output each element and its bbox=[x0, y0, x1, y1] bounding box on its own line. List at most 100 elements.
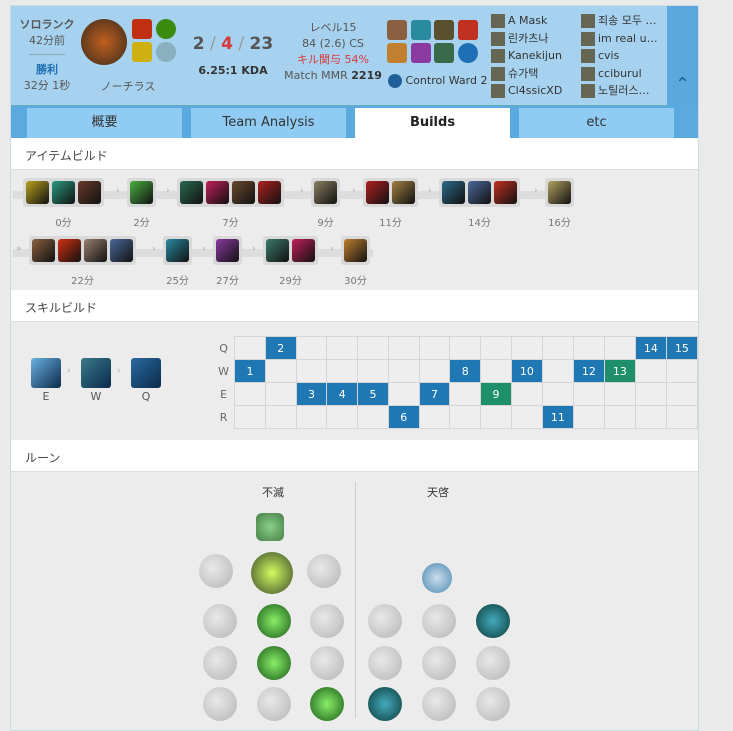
player-name[interactable]: 린카츠나 bbox=[508, 32, 548, 45]
item-icon[interactable] bbox=[410, 43, 431, 63]
skill-row-label: W bbox=[218, 364, 229, 378]
keystone-rune-icon[interactable] bbox=[199, 554, 233, 588]
rune-icon[interactable] bbox=[203, 646, 237, 680]
player-name[interactable]: im real u… bbox=[598, 32, 658, 45]
item-time: 2分 bbox=[133, 218, 150, 229]
rune-icon[interactable] bbox=[476, 646, 510, 680]
item-icon[interactable] bbox=[130, 181, 153, 204]
player-name[interactable]: 슈가택 bbox=[508, 67, 538, 80]
resolve-icon bbox=[155, 42, 176, 62]
item-icon[interactable] bbox=[434, 20, 454, 40]
tab-overview[interactable]: 概要 bbox=[27, 108, 182, 138]
tab-team-analysis[interactable]: Team Analysis bbox=[191, 108, 346, 138]
rune-icon[interactable] bbox=[476, 604, 510, 638]
result: 勝利 bbox=[36, 63, 58, 76]
skill-level-cell: 3 bbox=[295, 382, 328, 406]
secondary-tree-name: 天啓 bbox=[427, 486, 449, 499]
rune-icon[interactable] bbox=[422, 646, 456, 680]
keystone-rune-icon[interactable] bbox=[251, 552, 293, 594]
player-name[interactable]: 노틸러스… bbox=[598, 84, 649, 97]
item-icon[interactable] bbox=[434, 43, 454, 63]
item-icon[interactable] bbox=[52, 181, 75, 204]
rune-icon[interactable] bbox=[368, 604, 402, 638]
player[interactable]: 슈가택 bbox=[491, 65, 562, 83]
rune-icon[interactable] bbox=[310, 604, 344, 638]
rune-icon[interactable] bbox=[257, 646, 291, 680]
player[interactable]: Kanekijun bbox=[491, 47, 562, 65]
rune-icon[interactable] bbox=[203, 687, 237, 721]
empty-cell bbox=[418, 359, 451, 383]
player[interactable]: A Mask bbox=[491, 12, 562, 30]
item-time: 22分 bbox=[71, 276, 94, 287]
item-icon[interactable] bbox=[206, 181, 229, 204]
item-icon[interactable] bbox=[344, 239, 367, 262]
rune-icon[interactable] bbox=[203, 604, 237, 638]
item-icon[interactable] bbox=[26, 181, 49, 204]
item-group bbox=[127, 178, 156, 207]
rune-icon[interactable] bbox=[422, 604, 456, 638]
player[interactable]: 노틸러스… bbox=[581, 82, 658, 100]
item-icon[interactable] bbox=[442, 181, 465, 204]
secondary-tree-icon[interactable] bbox=[422, 563, 452, 593]
player[interactable]: 죄송 모두 … bbox=[581, 12, 658, 30]
player[interactable]: cvis bbox=[581, 47, 658, 65]
item-build-title: アイテムビルド bbox=[11, 138, 698, 170]
player-name[interactable]: 죄송 모두 … bbox=[598, 14, 656, 27]
rune-icon[interactable] bbox=[257, 604, 291, 638]
item-icon[interactable] bbox=[387, 43, 407, 63]
item-icon[interactable] bbox=[78, 181, 101, 204]
empty-cell bbox=[449, 382, 482, 406]
chevron-right-icon: › bbox=[152, 244, 156, 254]
rune-icon[interactable] bbox=[476, 687, 510, 721]
item-icon[interactable] bbox=[180, 181, 203, 204]
item-icon[interactable] bbox=[266, 239, 289, 262]
item-icon[interactable] bbox=[166, 239, 189, 262]
rune-icon[interactable] bbox=[422, 687, 456, 721]
item-icon[interactable] bbox=[457, 20, 478, 40]
player-name[interactable]: Kanekijun bbox=[508, 49, 562, 62]
level: レベル15 bbox=[309, 21, 357, 34]
item-icon[interactable] bbox=[84, 239, 107, 262]
rune-icon[interactable] bbox=[368, 646, 402, 680]
tab-etc[interactable]: etc bbox=[519, 108, 674, 138]
item-icon[interactable] bbox=[410, 20, 431, 40]
player[interactable]: im real u… bbox=[581, 30, 658, 48]
item-icon[interactable] bbox=[366, 181, 389, 204]
player-name[interactable]: Cl4ssicXD bbox=[508, 84, 562, 97]
player[interactable]: cciburul bbox=[581, 65, 658, 83]
rune-icon[interactable] bbox=[257, 687, 291, 721]
item-icon[interactable] bbox=[258, 181, 281, 204]
empty-cell bbox=[634, 382, 667, 406]
rune-icon[interactable] bbox=[368, 687, 402, 721]
item-icon[interactable] bbox=[392, 181, 415, 204]
skill-level-cell: 1 bbox=[234, 359, 266, 383]
item-icon[interactable] bbox=[314, 181, 337, 204]
item-icon[interactable] bbox=[548, 181, 571, 204]
keystone-tree-icon[interactable] bbox=[256, 513, 284, 541]
item-icon[interactable] bbox=[110, 239, 133, 262]
flash-icon bbox=[132, 42, 152, 62]
item-icon[interactable] bbox=[216, 239, 239, 262]
item-icon[interactable] bbox=[32, 239, 55, 262]
item-icon[interactable] bbox=[387, 20, 407, 40]
empty-cell bbox=[603, 405, 636, 429]
tab-builds[interactable]: Builds bbox=[355, 108, 510, 138]
item-icon[interactable] bbox=[58, 239, 81, 262]
item-icon[interactable] bbox=[468, 181, 491, 204]
rune-icon[interactable] bbox=[310, 687, 344, 721]
champion-icon[interactable] bbox=[81, 19, 127, 65]
player-name[interactable]: A Mask bbox=[508, 14, 547, 27]
team-blue: A Mask 린카츠나 Kanekijun 슈가택 Cl4ssicXD bbox=[491, 12, 562, 100]
rune-icon[interactable] bbox=[310, 646, 344, 680]
player[interactable]: 린카츠나 bbox=[491, 30, 562, 48]
trinket-icon[interactable] bbox=[457, 43, 478, 63]
item-time: 27分 bbox=[216, 276, 239, 287]
item-icon[interactable] bbox=[232, 181, 255, 204]
player-name[interactable]: cvis bbox=[598, 49, 619, 62]
item-icon[interactable] bbox=[292, 239, 315, 262]
player-name[interactable]: cciburul bbox=[598, 67, 642, 80]
player[interactable]: Cl4ssicXD bbox=[491, 82, 562, 100]
keystone-rune-icon[interactable] bbox=[307, 554, 341, 588]
collapse-button[interactable]: ⌃ bbox=[667, 6, 698, 106]
item-icon[interactable] bbox=[494, 181, 517, 204]
